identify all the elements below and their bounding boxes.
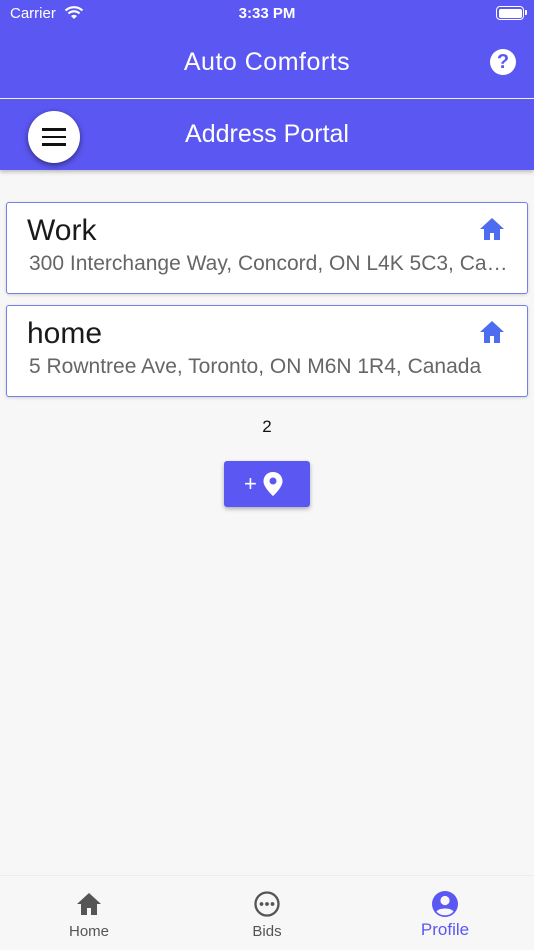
- address-name: Work: [27, 214, 97, 247]
- tab-label: Home: [68, 923, 109, 940]
- home-icon: [480, 218, 504, 240]
- app-bar: Auto Comforts ?: [0, 28, 534, 98]
- add-address-button[interactable]: +: [224, 461, 310, 507]
- status-time: 3:33 PM: [238, 5, 296, 22]
- address-card-work[interactable]: Work 300 Interchange Way, Concord, ON L4…: [6, 202, 528, 294]
- tab-home[interactable]: Home: [0, 876, 178, 950]
- account-circle-icon: [432, 891, 458, 917]
- tab-profile[interactable]: Profile: [356, 876, 534, 950]
- home-icon: [77, 893, 101, 915]
- more-circle-icon: [254, 891, 280, 917]
- tab-bids[interactable]: Bids: [178, 876, 356, 950]
- address-text: 5 Rowntree Ave, Toronto, ON M6N 1R4, Can…: [29, 355, 482, 378]
- section-header: Address Portal: [0, 99, 534, 170]
- plus-icon: +: [244, 471, 257, 496]
- address-text: 300 Interchange Way, Concord, ON L4K 5C3…: [29, 252, 509, 275]
- location-pin-icon: [263, 472, 283, 496]
- page-title: Address Portal: [185, 120, 349, 148]
- bottom-tab-bar: Home Bids Profile: [0, 875, 534, 950]
- address-name: home: [27, 317, 103, 350]
- tab-label: Profile: [420, 920, 470, 939]
- help-icon[interactable]: ?: [490, 49, 516, 75]
- address-count: 2: [262, 417, 272, 436]
- address-card-home[interactable]: home 5 Rowntree Ave, Toronto, ON M6N 1R4…: [6, 305, 528, 397]
- tab-label: Bids: [252, 923, 282, 940]
- battery-icon: [496, 6, 527, 20]
- app-title: Auto Comforts: [183, 48, 351, 76]
- home-icon: [480, 321, 504, 343]
- status-bar: Carrier 3:33 PM: [0, 0, 534, 28]
